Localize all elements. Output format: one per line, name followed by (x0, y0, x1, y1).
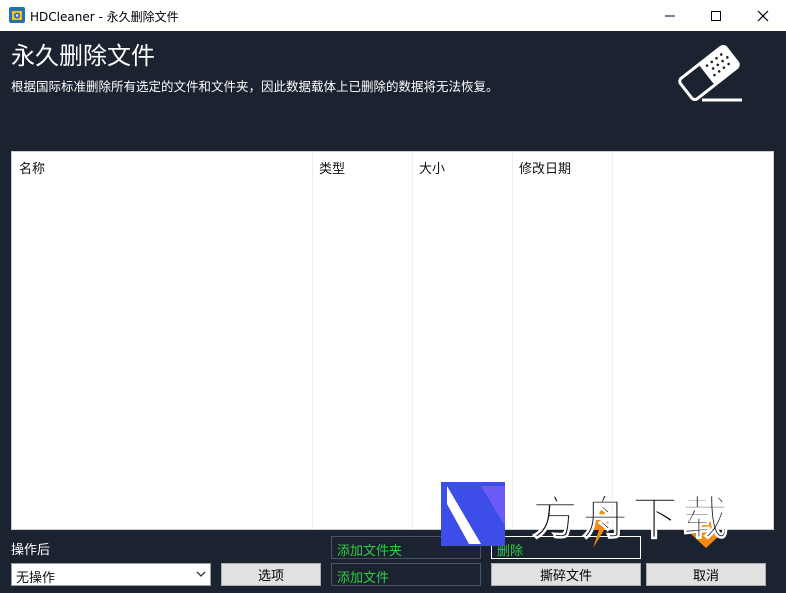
after-action-label: 操作后 (11, 543, 51, 558)
add-folder-label: 添加文件夹 (337, 544, 403, 559)
add-file-label: 添加文件 (337, 571, 390, 586)
maximize-button[interactable] (693, 0, 739, 31)
add-file-button[interactable]: 添加文件 (331, 563, 481, 586)
column-divider (312, 152, 313, 529)
after-action-value: 无操作 (16, 571, 56, 586)
minimize-icon (665, 15, 675, 16)
column-divider (612, 152, 613, 529)
hdcleaner-window: HDCleaner - 永久删除文件 永久删除文件 根据国际标准删除所有选定的文… (0, 0, 786, 593)
minimize-button[interactable] (647, 0, 693, 31)
column-divider (512, 152, 513, 529)
after-action-select[interactable]: 无操作 (11, 563, 211, 586)
title-bar: HDCleaner - 永久删除文件 (0, 0, 786, 31)
column-name-header[interactable]: 名称 (19, 158, 45, 177)
column-size-header[interactable]: 大小 (419, 158, 445, 177)
maximize-icon (711, 10, 721, 21)
eraser-icon (678, 45, 742, 102)
shred-files-button[interactable]: 撕碎文件 (491, 563, 641, 586)
column-divider (412, 152, 413, 529)
hdcleaner-app-icon (9, 7, 25, 23)
file-list[interactable]: 名称 类型 大小 修改日期 (11, 151, 774, 530)
cancel-button[interactable]: 取消 (646, 563, 766, 586)
chevron-down-icon (196, 571, 206, 577)
close-button[interactable] (740, 0, 786, 31)
column-type-header[interactable]: 类型 (319, 158, 345, 177)
column-modified-header[interactable]: 修改日期 (519, 158, 571, 177)
options-button[interactable]: 选项 (221, 563, 321, 586)
window-title: HDCleaner - 永久删除文件 (30, 10, 179, 24)
watermark-text: 方舟下载 (532, 491, 732, 546)
close-icon (757, 10, 769, 21)
page-description: 根据国际标准删除所有选定的文件和文件夹，因此数据载体上已删除的数据将无法恢复。 (11, 79, 499, 94)
page-title: 永久删除文件 (11, 42, 155, 70)
